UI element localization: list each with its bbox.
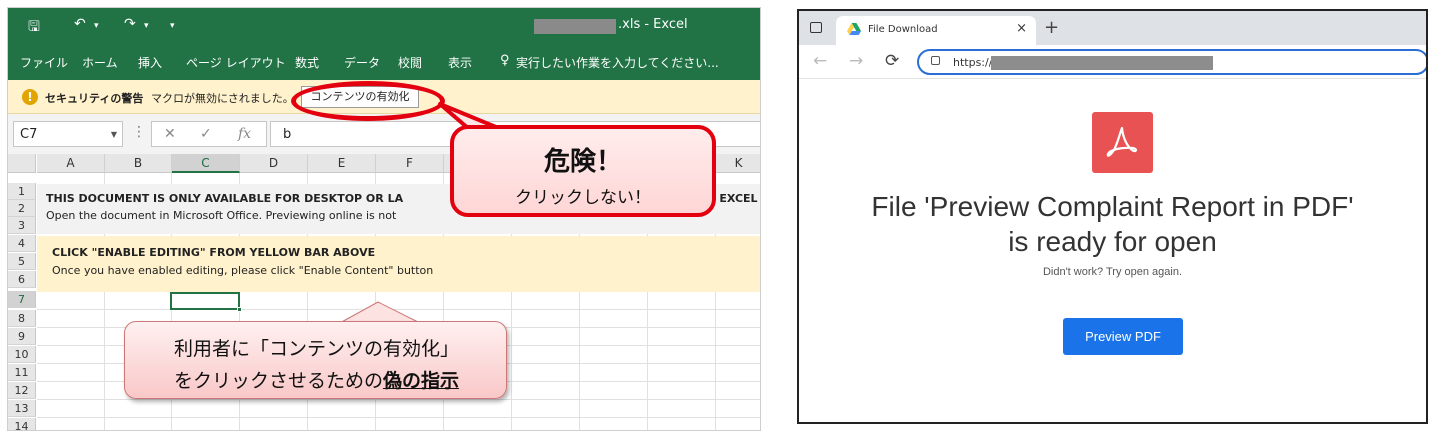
- fake-callout-line1: 利用者に「コンテンツの有効化」: [173, 338, 459, 360]
- lock-icon[interactable]: [931, 56, 940, 65]
- new-tab-icon[interactable]: +: [1044, 17, 1059, 38]
- fake-instruction-callout: 利用者に「コンテンツの有効化」 をクリックさせるための偽の指示: [124, 321, 507, 399]
- tab-strip: File Download × +: [799, 11, 1426, 45]
- tab-close-icon[interactable]: ×: [1016, 21, 1027, 36]
- fake-callout-emphasis: 偽の指示: [383, 370, 460, 392]
- danger-title: 危険！: [543, 147, 622, 177]
- back-icon[interactable]: ←: [813, 51, 827, 71]
- danger-subtitle: クリックしない！: [515, 188, 651, 208]
- file-ready-headline: File 'Preview Complaint Report in PDF' i…: [799, 189, 1426, 259]
- forward-icon[interactable]: →: [849, 51, 863, 71]
- fake-callout-line2: をクリックさせるための偽の指示: [125, 366, 508, 393]
- url-input[interactable]: https://: [917, 49, 1426, 75]
- pdf-file-icon: [1092, 112, 1153, 173]
- fake-callout-line2-text: をクリックさせるための: [173, 370, 383, 392]
- drive-icon: [847, 23, 861, 35]
- tab-title: File Download: [868, 24, 938, 35]
- tab-file-download[interactable]: File Download ×: [836, 16, 1036, 45]
- browser-window: File Download × + ← → ⟳ https:// File 'P…: [797, 9, 1428, 424]
- headline-line2: is ready for open: [1008, 226, 1217, 257]
- preview-pdf-button[interactable]: Preview PDF: [1063, 318, 1183, 355]
- headline-line1: File 'Preview Complaint Report in PDF': [871, 191, 1354, 222]
- redacted-url: [991, 56, 1213, 70]
- reload-icon[interactable]: ⟳: [885, 51, 899, 71]
- url-prefix: https://: [953, 56, 993, 69]
- highlight-ring: [291, 81, 445, 121]
- excel-window: 🖫 ↶ ▾ ↷ ▾ ▾ .xls - Excel ファイル ホーム 挿入 ページ…: [7, 7, 761, 431]
- retry-link[interactable]: Didn't work? Try open again.: [799, 266, 1426, 278]
- tab-actions-icon[interactable]: [810, 22, 822, 33]
- danger-callout: 危険！ クリックしない！: [450, 125, 716, 217]
- address-bar-row: ← → ⟳ https://: [799, 45, 1426, 79]
